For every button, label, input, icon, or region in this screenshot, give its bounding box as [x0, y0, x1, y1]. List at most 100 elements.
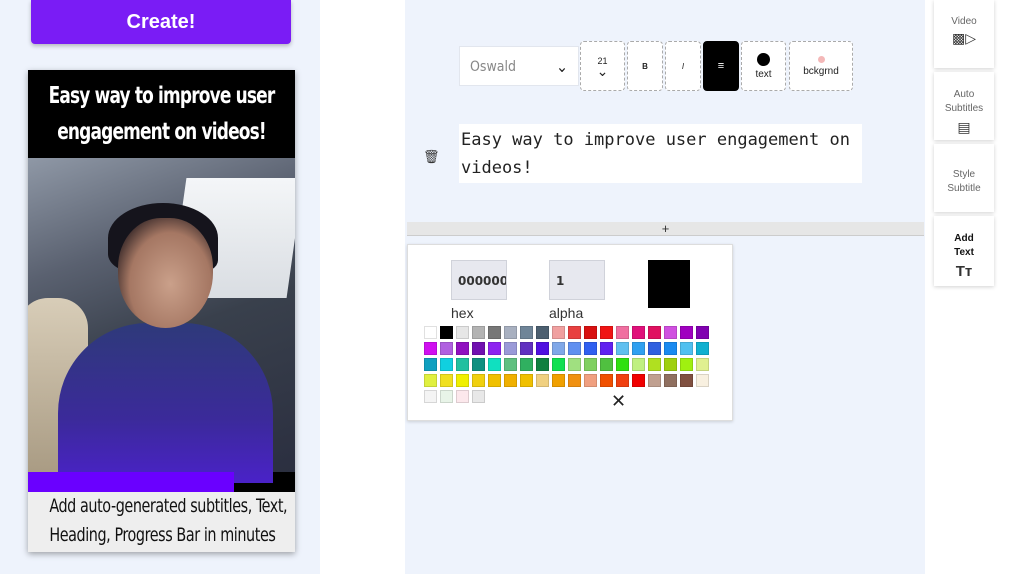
color-swatch[interactable] — [632, 326, 645, 339]
rail-item-style-subtitle[interactable]: Style Subtitle — [934, 144, 994, 212]
color-swatch[interactable] — [520, 358, 533, 371]
color-swatch[interactable] — [696, 374, 709, 387]
color-swatch[interactable] — [488, 326, 501, 339]
color-swatch[interactable] — [568, 358, 581, 371]
color-swatch[interactable] — [632, 342, 645, 355]
color-swatch[interactable] — [648, 326, 661, 339]
create-button[interactable]: Create! — [31, 0, 291, 44]
alpha-value: 1 — [556, 274, 565, 288]
color-swatch[interactable] — [504, 374, 517, 387]
color-swatch[interactable] — [568, 342, 581, 355]
color-swatch[interactable] — [584, 342, 597, 355]
rail-item-video[interactable]: Video ▩▷ — [934, 0, 994, 68]
color-swatch[interactable] — [440, 374, 453, 387]
color-swatch[interactable] — [680, 342, 693, 355]
color-swatch[interactable] — [536, 326, 549, 339]
color-swatch[interactable] — [536, 358, 549, 371]
color-swatch[interactable] — [424, 326, 437, 339]
color-swatch[interactable] — [424, 374, 437, 387]
color-swatch[interactable] — [440, 342, 453, 355]
color-swatch[interactable] — [456, 390, 469, 403]
color-swatch[interactable] — [472, 390, 485, 403]
color-swatch[interactable] — [600, 342, 613, 355]
color-swatch[interactable] — [440, 358, 453, 371]
color-swatch[interactable] — [648, 374, 661, 387]
color-swatch[interactable] — [616, 374, 629, 387]
close-icon[interactable]: ✕ — [611, 391, 626, 412]
color-swatch[interactable] — [504, 358, 517, 371]
left-panel: Create! Easy way to improve user engagem… — [0, 0, 320, 574]
color-swatch[interactable] — [600, 326, 613, 339]
color-swatch[interactable] — [520, 326, 533, 339]
color-swatch[interactable] — [488, 374, 501, 387]
font-family-select[interactable]: Oswald ⌄ — [459, 46, 579, 86]
color-swatch[interactable] — [424, 342, 437, 355]
italic-button[interactable]: I — [665, 41, 701, 91]
color-swatch[interactable] — [648, 342, 661, 355]
color-swatch[interactable] — [616, 342, 629, 355]
color-swatch[interactable] — [520, 342, 533, 355]
color-swatch[interactable] — [440, 390, 453, 403]
hex-input[interactable]: 000000 — [451, 260, 507, 300]
rail-item-add-text[interactable]: Add Text Tᴛ — [934, 216, 994, 286]
color-swatch[interactable] — [600, 374, 613, 387]
text-color-button[interactable]: text — [741, 41, 786, 91]
rail-item-auto-subtitles[interactable]: Auto Subtitles ▤ — [934, 72, 994, 140]
color-swatch[interactable] — [584, 326, 597, 339]
color-swatch[interactable] — [424, 358, 437, 371]
color-swatch[interactable] — [584, 374, 597, 387]
color-swatch[interactable] — [456, 358, 469, 371]
color-swatch[interactable] — [440, 326, 453, 339]
color-swatch[interactable] — [616, 358, 629, 371]
color-swatch[interactable] — [664, 374, 677, 387]
color-swatch[interactable] — [504, 326, 517, 339]
color-swatch[interactable] — [648, 358, 661, 371]
color-swatch[interactable] — [696, 342, 709, 355]
color-swatch[interactable] — [456, 342, 469, 355]
color-swatch[interactable] — [632, 374, 645, 387]
color-swatch[interactable] — [520, 374, 533, 387]
color-swatch[interactable] — [584, 358, 597, 371]
color-swatch[interactable] — [456, 374, 469, 387]
color-swatch[interactable] — [664, 326, 677, 339]
color-swatch[interactable] — [488, 342, 501, 355]
color-swatch[interactable] — [616, 326, 629, 339]
color-swatch[interactable] — [536, 342, 549, 355]
color-swatch[interactable] — [488, 358, 501, 371]
color-swatch[interactable] — [696, 326, 709, 339]
color-swatch[interactable] — [632, 358, 645, 371]
color-swatch[interactable] — [680, 358, 693, 371]
color-swatch[interactable] — [456, 326, 469, 339]
background-color-button[interactable]: bckgrnd — [789, 41, 853, 91]
align-center-button[interactable]: ≡ — [703, 41, 739, 91]
color-swatch[interactable] — [664, 358, 677, 371]
color-swatch[interactable] — [472, 374, 485, 387]
add-element-bar[interactable]: + — [407, 222, 924, 236]
color-swatch[interactable] — [552, 342, 565, 355]
color-swatch[interactable] — [472, 358, 485, 371]
color-swatch[interactable] — [680, 374, 693, 387]
color-swatch[interactable] — [680, 326, 693, 339]
trash-icon[interactable]: 🗑 — [423, 149, 440, 165]
color-swatch[interactable] — [504, 342, 517, 355]
video-preview: Easy way to improve user engagement on v… — [28, 70, 295, 552]
text-content-input[interactable] — [459, 124, 862, 183]
color-swatch[interactable] — [424, 390, 437, 403]
color-swatch[interactable] — [696, 358, 709, 371]
color-swatch[interactable] — [552, 358, 565, 371]
color-swatch[interactable] — [552, 374, 565, 387]
color-swatch[interactable] — [472, 326, 485, 339]
color-swatch[interactable] — [536, 374, 549, 387]
color-swatch[interactable] — [472, 342, 485, 355]
color-swatch[interactable] — [568, 374, 581, 387]
alpha-input[interactable]: 1 — [549, 260, 605, 300]
color-swatch[interactable] — [568, 326, 581, 339]
font-size-select[interactable]: 21 ⌄ — [580, 41, 625, 91]
text-color-label: text — [755, 68, 772, 80]
video-camera-icon: ▩▷ — [952, 30, 976, 46]
bold-label: B — [642, 61, 648, 71]
color-swatch[interactable] — [552, 326, 565, 339]
bold-button[interactable]: B — [627, 41, 663, 91]
color-swatch[interactable] — [664, 342, 677, 355]
color-swatch[interactable] — [600, 358, 613, 371]
